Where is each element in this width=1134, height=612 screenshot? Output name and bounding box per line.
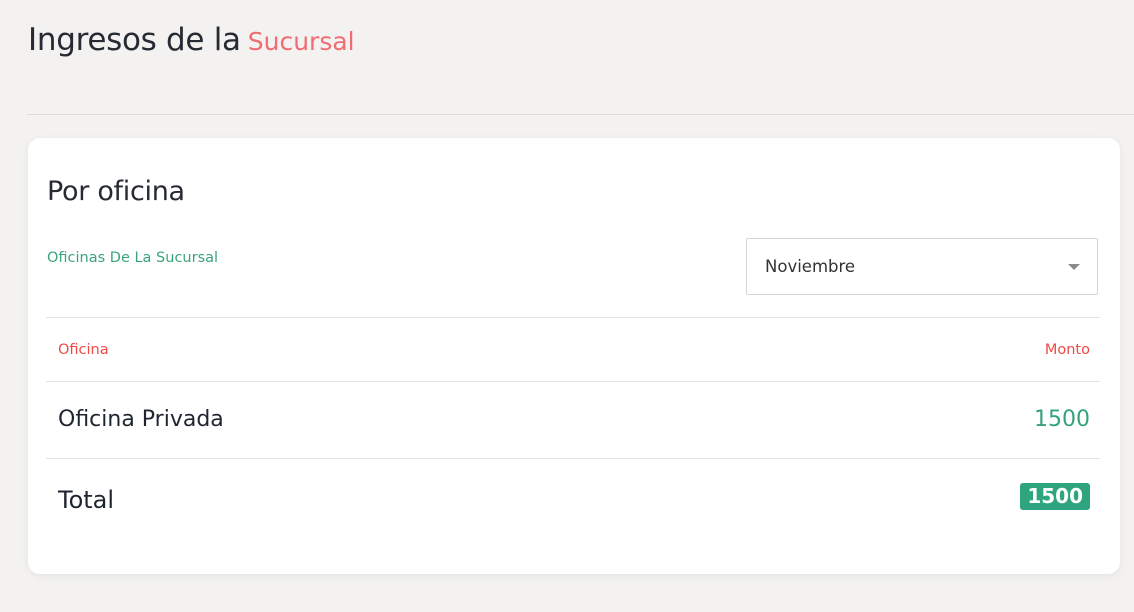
card-subtitle: Oficinas De La Sucursal (47, 250, 219, 266)
month-select-value: Noviembre (765, 257, 856, 276)
column-header-monto: Monto (1044, 342, 1090, 358)
page-title-accent: Sucursal (247, 27, 355, 56)
office-amount: 1500 (1034, 407, 1090, 432)
total-label: Total (58, 486, 115, 514)
table-total-row: Total 1500 (46, 458, 1100, 535)
header-divider (27, 114, 1134, 115)
chevron-down-icon (1068, 264, 1080, 270)
office-income-card: Por oficina Oficinas De La Sucursal Novi… (28, 138, 1120, 574)
total-badge: 1500 (1020, 483, 1090, 510)
month-select[interactable]: Noviembre (746, 238, 1098, 295)
office-table: Oficina Monto Oficina Privada 1500 Total… (46, 317, 1100, 535)
page-header: Ingresos de la Sucursal (28, 22, 355, 72)
table-row: Oficina Privada 1500 (46, 381, 1100, 458)
table-header-row: Oficina Monto (46, 317, 1100, 381)
page-title: Ingresos de la (28, 22, 241, 58)
column-header-oficina: Oficina (58, 342, 109, 358)
office-name: Oficina Privada (58, 407, 224, 432)
card-title: Por oficina (47, 176, 185, 207)
